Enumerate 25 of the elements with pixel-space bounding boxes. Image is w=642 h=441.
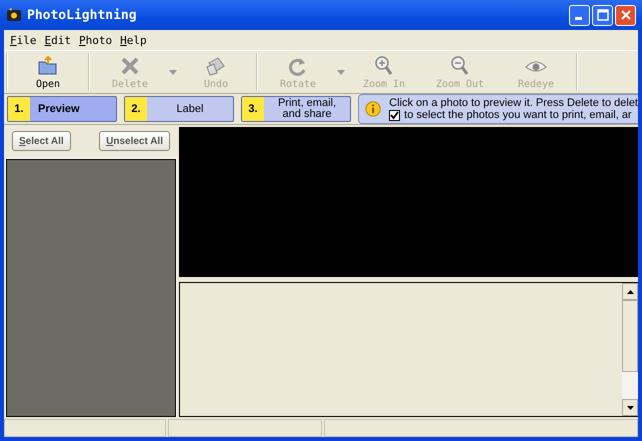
minimize-button[interactable] (569, 4, 590, 26)
info-text: Click on a photo to preview it. Press Delete to delet (389, 97, 638, 109)
window-title: PhotoLightning (27, 8, 138, 22)
info-icon (365, 100, 382, 118)
scroll-up-icon[interactable] (626, 290, 634, 294)
close-icon (620, 9, 632, 21)
maximize-button[interactable] (592, 4, 613, 26)
select-button[interactable]: Select All (12, 131, 71, 151)
maximize-icon (596, 9, 608, 21)
step-tab[interactable]: 2. Label (124, 96, 234, 122)
step-tab[interactable]: 3. Print, email, and share (241, 96, 351, 122)
menu-item[interactable]: Photo (75, 34, 116, 46)
close-button[interactable] (615, 4, 636, 26)
checkbox[interactable] (389, 110, 400, 120)
toolbar-button[interactable]: Open (10, 52, 86, 92)
scrollbar[interactable] (622, 283, 638, 416)
menu-item[interactable]: Help (116, 34, 151, 46)
select-button[interactable]: Unselect All (99, 131, 170, 151)
step-tab[interactable]: 1. Preview (7, 96, 117, 122)
minimize-icon (574, 16, 582, 20)
app-icon (6, 7, 22, 23)
scroll-down-icon[interactable] (626, 406, 634, 410)
info-text: to select the photos you want to print, email, ar (404, 109, 632, 121)
menu-item[interactable]: Edit (40, 34, 75, 46)
menu-item[interactable]: File (6, 34, 40, 46)
